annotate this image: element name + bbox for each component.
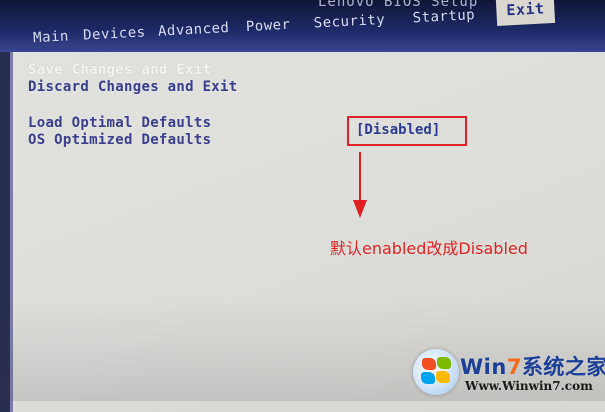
menu-item-save-changes-and-exit[interactable]: Save Changes and Exit bbox=[28, 62, 211, 78]
watermark-brand-suffix: 系统之家 bbox=[521, 355, 605, 379]
annotation-arrow bbox=[359, 152, 361, 202]
tab-advanced[interactable]: Advanced bbox=[158, 20, 230, 40]
menu-item-os-optimized-defaults[interactable]: OS Optimized Defaults bbox=[28, 132, 211, 148]
tab-startup[interactable]: Startup bbox=[412, 7, 475, 26]
watermark-brand: Win7系统之家 bbox=[460, 351, 605, 381]
arrow-head-icon bbox=[353, 200, 367, 218]
tab-main[interactable]: Main bbox=[33, 28, 70, 46]
tab-power[interactable]: Power bbox=[246, 17, 291, 35]
annotation-text: 默认enabled改成Disabled bbox=[330, 239, 528, 258]
watermark-url: Www.Winwin7.com bbox=[465, 379, 593, 393]
tab-exit[interactable]: Exit bbox=[495, 0, 556, 26]
windows-logo-icon bbox=[413, 349, 459, 395]
tab-devices[interactable]: Devices bbox=[83, 24, 146, 43]
os-optimized-defaults-value[interactable]: [Disabled] bbox=[356, 122, 440, 138]
watermark: Win7系统之家 Www.Winwin7.com bbox=[405, 345, 605, 401]
tab-security[interactable]: Security bbox=[313, 12, 385, 32]
watermark-brand-prefix: Win bbox=[460, 355, 507, 379]
menu-item-discard-changes-and-exit[interactable]: Discard Changes and Exit bbox=[28, 79, 238, 95]
menu-item-load-optimal-defaults[interactable]: Load Optimal Defaults bbox=[28, 115, 211, 131]
watermark-brand-seven: 7 bbox=[506, 355, 522, 379]
